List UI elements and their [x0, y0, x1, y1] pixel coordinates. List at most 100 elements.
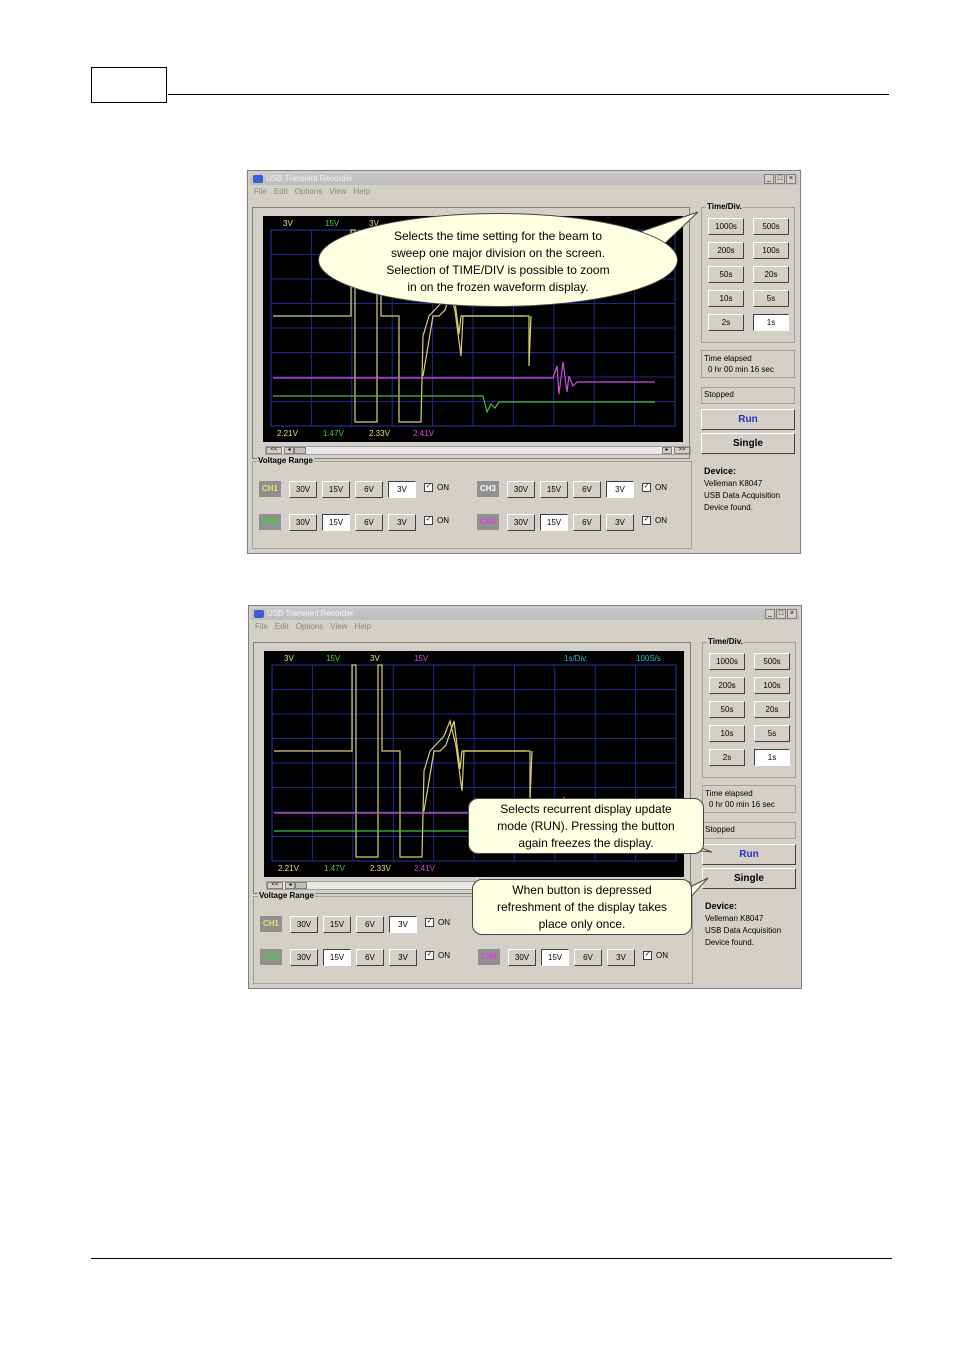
- timediv-button-500s[interactable]: 500s: [754, 653, 790, 670]
- timediv-button-10s[interactable]: 10s: [709, 725, 745, 742]
- timediv-title: Time/Div.: [706, 202, 743, 211]
- scroll-fast-left-button[interactable]: <<: [266, 447, 282, 454]
- run-button[interactable]: Run: [701, 409, 795, 430]
- ch3-range-6v-button[interactable]: 6V: [573, 481, 601, 498]
- menu-file[interactable]: File: [254, 187, 267, 196]
- ch2-range-3v-button[interactable]: 3V: [389, 949, 417, 966]
- run-button[interactable]: Run: [702, 844, 796, 865]
- close-button[interactable]: ×: [786, 174, 796, 184]
- minimize-button[interactable]: _: [765, 609, 775, 619]
- scope-offset-label: 2.41V: [413, 429, 435, 438]
- ch1-on-checkbox[interactable]: ✓ ON: [424, 483, 449, 493]
- ch4-range-6v-button[interactable]: 6V: [574, 949, 602, 966]
- menu-view[interactable]: View: [329, 187, 346, 196]
- status-field: Stopped: [701, 387, 795, 404]
- menu-help[interactable]: Help: [353, 187, 369, 196]
- single-button[interactable]: Single: [701, 433, 795, 454]
- callout-single-line: refreshment of the display takes: [496, 900, 668, 914]
- ch1-range-15v-button[interactable]: 15V: [323, 916, 351, 933]
- device-panel: Device: Velleman K8047 USB Data Acquisitio…: [705, 900, 781, 949]
- minimize-button[interactable]: _: [764, 174, 774, 184]
- ch4-on-checkbox[interactable]: ✓ ON: [643, 951, 668, 961]
- timediv-button-2s[interactable]: 2s: [708, 314, 744, 331]
- timediv-button-50s[interactable]: 50s: [708, 266, 744, 283]
- menu-view[interactable]: View: [330, 622, 347, 631]
- ch2-range-15v-button[interactable]: 15V: [323, 949, 351, 966]
- timediv-button-1s[interactable]: 1s: [754, 749, 790, 766]
- timediv-button-5s[interactable]: 5s: [754, 725, 790, 742]
- scroll-left-button[interactable]: ◂: [285, 882, 295, 889]
- device-line: Velleman K8047: [704, 479, 763, 488]
- ch3-on-checkbox[interactable]: ✓ ON: [642, 483, 667, 493]
- ch4-on-checkbox[interactable]: ✓ ON: [642, 516, 667, 526]
- maximize-button[interactable]: □: [775, 174, 785, 184]
- scope-channel-scale-label: 15V: [414, 654, 429, 663]
- scroll-right-button[interactable]: ▸: [662, 447, 672, 454]
- scroll-left-button[interactable]: ◂: [284, 447, 294, 454]
- timediv-button-100s[interactable]: 100s: [754, 677, 790, 694]
- timediv-button-100s[interactable]: 100s: [753, 242, 789, 259]
- ch3-range-30v-button[interactable]: 30V: [507, 481, 535, 498]
- menu-edit[interactable]: Edit: [275, 622, 289, 631]
- ch2-range-3v-button[interactable]: 3V: [388, 514, 416, 531]
- scroll-fast-left-button[interactable]: <<: [267, 882, 283, 889]
- ch2-on-checkbox[interactable]: ✓ ON: [424, 516, 449, 526]
- ch1-on-checkbox[interactable]: ✓ ON: [425, 918, 450, 928]
- ch2-range-30v-button[interactable]: 30V: [289, 514, 317, 531]
- header-rule: [168, 94, 889, 95]
- scope-channel-scale-label: 3V: [370, 654, 380, 663]
- timediv-button-200s[interactable]: 200s: [708, 242, 744, 259]
- ch1-range-6v-button[interactable]: 6V: [355, 481, 383, 498]
- ch4-range-15v-button[interactable]: 15V: [540, 514, 568, 531]
- ch2-range-6v-button[interactable]: 6V: [356, 949, 384, 966]
- scroll-thumb[interactable]: [295, 882, 307, 889]
- ch1-range-30v-button[interactable]: 30V: [290, 916, 318, 933]
- ch4-range-30v-button[interactable]: 30V: [507, 514, 535, 531]
- timediv-button-20s[interactable]: 20s: [753, 266, 789, 283]
- ch4-range-3v-button[interactable]: 3V: [606, 514, 634, 531]
- menu-file[interactable]: File: [255, 622, 268, 631]
- timediv-button-50s[interactable]: 50s: [709, 701, 745, 718]
- ch2-range-15v-button[interactable]: 15V: [322, 514, 350, 531]
- scroll-thumb[interactable]: [294, 447, 306, 454]
- timediv-button-2s[interactable]: 2s: [709, 749, 745, 766]
- ch1-range-15v-button[interactable]: 15V: [322, 481, 350, 498]
- ch2-on-checkbox[interactable]: ✓ ON: [425, 951, 450, 961]
- checkmark-icon: ✓: [425, 951, 434, 961]
- ch1-range-6v-button[interactable]: 6V: [356, 916, 384, 933]
- ch3-range-15v-button[interactable]: 15V: [540, 481, 568, 498]
- menu-options[interactable]: Options: [295, 187, 323, 196]
- scope-offset-label: 2.33V: [369, 429, 391, 438]
- ch1-range-3v-button[interactable]: 3V: [388, 481, 416, 498]
- close-button[interactable]: ×: [787, 609, 797, 619]
- timediv-button-1s[interactable]: 1s: [753, 314, 789, 331]
- ch2-range-30v-button[interactable]: 30V: [290, 949, 318, 966]
- menu-bar: File Edit Options View Help: [255, 622, 378, 631]
- maximize-button[interactable]: □: [776, 609, 786, 619]
- ch4-range-3v-button[interactable]: 3V: [607, 949, 635, 966]
- device-line: USB Data Acquisition: [705, 926, 782, 935]
- ch1-range-30v-button[interactable]: 30V: [289, 481, 317, 498]
- ch1-range-3v-button[interactable]: 3V: [389, 916, 417, 933]
- ch3-range-3v-button[interactable]: 3V: [606, 481, 634, 498]
- single-button[interactable]: Single: [702, 868, 796, 889]
- menu-edit[interactable]: Edit: [274, 187, 288, 196]
- on-label: ON: [437, 516, 449, 525]
- timediv-button-5s[interactable]: 5s: [753, 290, 789, 307]
- ch4-range-15v-button[interactable]: 15V: [541, 949, 569, 966]
- ch4-range-30v-button[interactable]: 30V: [508, 949, 536, 966]
- menu-help[interactable]: Help: [354, 622, 370, 631]
- timediv-button-20s[interactable]: 20s: [754, 701, 790, 718]
- scroll-fast-right-button[interactable]: >>: [674, 447, 690, 454]
- timediv-button-1000s[interactable]: 1000s: [709, 653, 745, 670]
- timediv-button-10s[interactable]: 10s: [708, 290, 744, 307]
- horizontal-scrollbar[interactable]: <<◂ ▸>>: [265, 446, 691, 455]
- timediv-button-500s[interactable]: 500s: [753, 218, 789, 235]
- voltage-range-group: Voltage Range CH1 30V 15V 6V 3V ✓ ON CH2 30V 15V 6V…: [252, 456, 692, 549]
- ch4-range-6v-button[interactable]: 6V: [573, 514, 601, 531]
- timediv-button-200s[interactable]: 200s: [709, 677, 745, 694]
- device-panel: Device: Velleman K8047 USB Data Acquisitio…: [704, 465, 780, 514]
- timediv-button-1000s[interactable]: 1000s: [708, 218, 744, 235]
- ch2-range-6v-button[interactable]: 6V: [355, 514, 383, 531]
- menu-options[interactable]: Options: [296, 622, 324, 631]
